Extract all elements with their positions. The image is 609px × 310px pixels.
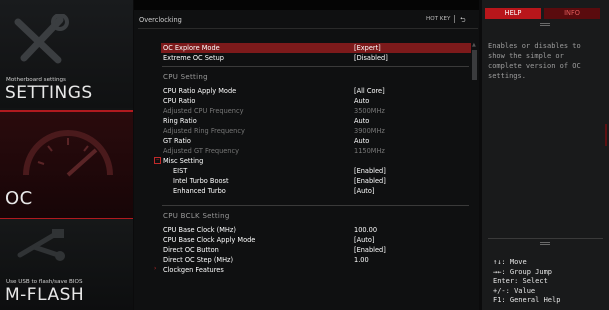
section-divider	[162, 66, 469, 67]
help-tabs: HELP INFO	[482, 8, 609, 19]
setting-label: CPU Ratio	[163, 97, 196, 105]
setting-ring-ratio[interactable]: Ring Ratio Auto	[161, 116, 471, 126]
setting-cpu-ratio-apply-mode[interactable]: CPU Ratio Apply Mode [All Core]	[161, 86, 471, 96]
setting-value: 3500MHz	[354, 107, 385, 115]
hotkey-label[interactable]: HOT KEY	[426, 16, 450, 22]
setting-adjusted-gt-frequency: Adjusted GT Frequency 1150MHz	[161, 146, 471, 156]
setting-gt-ratio[interactable]: GT Ratio Auto	[161, 136, 471, 146]
setting-label: Adjusted Ring Frequency	[163, 127, 245, 135]
setting-label: Enhanced Turbo	[173, 187, 226, 195]
page-title: Overclocking	[139, 16, 182, 24]
setting-misc-setting[interactable]: Misc Setting	[161, 156, 471, 166]
key-general-help: F1: General Help	[493, 296, 561, 304]
hotkey-separator	[454, 15, 455, 23]
setting-label: Intel Turbo Boost	[173, 177, 229, 185]
setting-label: CPU Base Clock Apply Mode	[163, 236, 256, 244]
scrollbar[interactable]	[472, 50, 477, 80]
expand-arrow-icon[interactable]: ›	[154, 265, 156, 272]
setting-value: [Disabled]	[354, 54, 388, 62]
key-move: ↑↓: Move	[493, 258, 527, 266]
setting-value: [Auto]	[354, 236, 375, 244]
overclocking-panel: Overclocking HOT KEY ⮌ ▲ OC Explore Mode…	[134, 0, 479, 310]
setting-label: Direct OC Step (MHz)	[163, 256, 234, 264]
header-divider	[138, 28, 478, 29]
nav-mflash-tile[interactable]: Use USB to flash/save BIOS M-FLASH	[0, 219, 133, 310]
setting-value: [All Core]	[354, 87, 385, 95]
setting-value: [Auto]	[354, 187, 375, 195]
back-arrow-icon[interactable]: ⮌	[460, 16, 466, 27]
help-description: Enables or disables to show the simple o…	[488, 42, 581, 80]
setting-enhanced-turbo[interactable]: Enhanced Turbo [Auto]	[161, 186, 471, 196]
setting-value: Auto	[354, 117, 370, 125]
section-heading-bclk: CPU BCLK Setting	[163, 212, 230, 220]
usb-icon	[17, 229, 65, 261]
top-bar	[134, 0, 479, 10]
setting-label: Misc Setting	[163, 157, 204, 165]
drag-handle-icon[interactable]	[540, 23, 550, 24]
bios-screen: Motherboard settings SETTINGS OC Use USB…	[0, 0, 609, 310]
key-select: Enter: Select	[493, 277, 548, 285]
setting-extreme-oc-setup[interactable]: Extreme OC Setup [Disabled]	[161, 53, 471, 63]
help-panel: HELP INFO Enables or disables to show th…	[482, 0, 609, 310]
help-divider	[488, 238, 603, 239]
setting-adjusted-cpu-frequency: Adjusted CPU Frequency 3500MHz	[161, 106, 471, 116]
help-scroll-indicator	[605, 124, 607, 146]
oc-title: OC	[5, 188, 33, 209]
setting-label: Adjusted CPU Frequency	[163, 107, 244, 115]
setting-label: OC Explore Mode	[163, 44, 220, 52]
setting-intel-turbo-boost[interactable]: Intel Turbo Boost [Enabled]	[161, 176, 471, 186]
nav-settings-tile[interactable]: Motherboard settings SETTINGS	[0, 0, 133, 108]
setting-label: CPU Base Clock (MHz)	[163, 226, 236, 234]
drag-handle-icon[interactable]	[540, 242, 550, 243]
setting-value: Auto	[354, 137, 370, 145]
key-legend: ↑↓: Move →←: Group Jump Enter: Select +/…	[493, 258, 560, 306]
key-value: +/-: Value	[493, 286, 536, 295]
setting-label: EIST	[173, 167, 188, 175]
setting-label: Adjusted GT Frequency	[163, 147, 240, 155]
setting-value: [Expert]	[354, 44, 381, 52]
setting-label: Clockgen Features	[163, 266, 224, 274]
setting-value: 1150MHz	[354, 147, 385, 155]
section-heading-cpu: CPU Setting	[163, 73, 208, 81]
setting-value: 3900MHz	[354, 127, 385, 135]
left-navigation: Motherboard settings SETTINGS OC Use USB…	[0, 0, 133, 310]
setting-label: Ring Ratio	[163, 117, 197, 125]
setting-adjusted-ring-frequency: Adjusted Ring Frequency 3900MHz	[161, 126, 471, 136]
scroll-up-icon[interactable]: ▲	[472, 42, 476, 48]
settings-title: SETTINGS	[5, 83, 93, 103]
tab-help[interactable]: HELP	[485, 8, 541, 19]
setting-label: GT Ratio	[163, 137, 191, 145]
collapse-icon[interactable]: −	[154, 157, 161, 164]
setting-cpu-base-clock-apply-mode[interactable]: CPU Base Clock Apply Mode [Auto]	[161, 235, 471, 245]
tools-icon	[14, 14, 69, 64]
setting-value: Auto	[354, 97, 370, 105]
setting-direct-oc-step[interactable]: Direct OC Step (MHz) 1.00	[161, 255, 471, 265]
tab-info[interactable]: INFO	[544, 8, 600, 19]
setting-direct-oc-button[interactable]: Direct OC Button [Enabled]	[161, 245, 471, 255]
setting-value: 100.00	[354, 226, 378, 234]
setting-clockgen-features[interactable]: Clockgen Features	[161, 265, 471, 275]
setting-value: [Enabled]	[354, 167, 386, 175]
setting-oc-explore-mode[interactable]: OC Explore Mode [Expert]	[161, 43, 471, 53]
key-group-jump: →←: Group Jump	[493, 267, 553, 276]
setting-label: Direct OC Button	[163, 246, 219, 254]
setting-value: [Enabled]	[354, 177, 386, 185]
speedometer-icon	[23, 130, 113, 177]
setting-label: CPU Ratio Apply Mode	[163, 87, 237, 95]
setting-label: Extreme OC Setup	[163, 54, 224, 62]
setting-value: 1.00	[354, 256, 369, 264]
setting-cpu-ratio[interactable]: CPU Ratio Auto	[161, 96, 471, 106]
setting-cpu-base-clock[interactable]: CPU Base Clock (MHz) 100.00	[161, 225, 471, 235]
nav-oc-tile[interactable]: OC	[0, 110, 133, 220]
section-divider	[162, 205, 469, 206]
mflash-title: M-FLASH	[5, 285, 85, 305]
setting-value: [Enabled]	[354, 246, 386, 254]
setting-eist[interactable]: EIST [Enabled]	[161, 166, 471, 176]
